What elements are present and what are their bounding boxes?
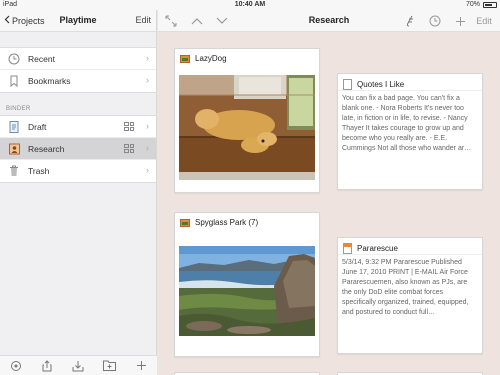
draft-document-icon (8, 120, 20, 133)
card-title: Quotes I Like (343, 79, 404, 90)
trash-icon (8, 165, 20, 177)
sidebar-item-label: Research (28, 143, 65, 154)
card-title-text: Pararescue (357, 244, 398, 253)
card-synopsis: 5/3/14, 9:32 PM Pararescue Published Jun… (342, 259, 469, 316)
sidebar-header: Projects Playtime Edit (0, 10, 156, 32)
add-icon[interactable] (453, 14, 467, 28)
sidebar-item-research[interactable]: Research › (0, 138, 156, 160)
index-card-quotes[interactable]: Quotes I Like You can fix a bad page. Yo… (337, 73, 483, 190)
clock-icon (8, 53, 20, 65)
research-folder-icon (8, 143, 20, 155)
binder-sidebar: Projects Playtime Edit Recent › Bookmark… (0, 10, 157, 375)
corkboard-icon[interactable] (124, 144, 134, 153)
status-bar: iPad 10:40 AM 70% (0, 0, 500, 10)
chevron-right-icon: › (146, 121, 149, 131)
import-icon[interactable] (71, 359, 85, 373)
image-icon (180, 218, 190, 227)
main-toolbar: Research Edit (158, 10, 500, 32)
settings-icon[interactable] (9, 359, 23, 373)
chevron-right-icon: › (146, 165, 149, 175)
index-card-pararescue[interactable]: Pararescue 5/3/14, 9:32 PM Pararescue Pu… (337, 237, 483, 354)
card-title-text: Quotes I Like (357, 80, 405, 89)
sidebar-edit-button[interactable]: Edit (135, 15, 151, 25)
text-document-icon (343, 79, 352, 90)
share-icon[interactable] (40, 359, 54, 373)
document-title: Research (308, 15, 350, 25)
compose-icon[interactable] (403, 14, 417, 28)
card-title-text: LazyDog (195, 54, 227, 63)
clock-icon[interactable] (428, 14, 442, 28)
corkboard-view: Research Edit LazyDog Quotes I Like You … (158, 10, 500, 375)
corkboard-icon[interactable] (124, 122, 134, 131)
sidebar-item-bookmarks[interactable]: Bookmarks › (0, 70, 156, 92)
clock: 10:40 AM (234, 1, 266, 8)
edit-button[interactable]: Edit (474, 14, 494, 28)
chevron-right-icon: › (146, 75, 149, 85)
image-icon (180, 54, 190, 63)
bookmark-icon (8, 75, 20, 87)
sidebar-item-label: Trash (28, 166, 50, 176)
binder-group: Draft › Research › Trash › (0, 115, 156, 183)
add-folder-icon[interactable] (103, 359, 117, 373)
battery-icon (483, 1, 497, 8)
project-title: Playtime (59, 15, 97, 25)
card-title: Spyglass Park (7) (180, 218, 258, 227)
card-title: Pararescue (343, 243, 398, 254)
edit-label: Edit (476, 16, 492, 26)
web-document-icon (343, 243, 352, 254)
binder-section-label: BINDER (6, 106, 31, 112)
index-card-lazydog[interactable]: LazyDog (174, 48, 320, 193)
card-title: LazyDog (180, 54, 227, 63)
shortcuts-group: Recent › Bookmarks › (0, 47, 156, 93)
sidebar-item-label: Bookmarks (28, 76, 71, 86)
coast-photo (179, 246, 315, 336)
sidebar-item-draft[interactable]: Draft › (0, 116, 156, 138)
sidebar-item-recent[interactable]: Recent › (0, 48, 156, 70)
index-card-spyglass-park[interactable]: Spyglass Park (7) (174, 212, 320, 357)
dog-photo (179, 75, 315, 180)
battery-percent: 70% (465, 1, 480, 8)
battery-indicator: 70% (466, 1, 497, 8)
chevron-right-icon: › (146, 143, 149, 153)
card-title-text: Spyglass Park (7) (195, 218, 259, 227)
sidebar-footer-toolbar (0, 355, 157, 375)
sidebar-item-label: Recent (28, 53, 55, 64)
sidebar-item-trash[interactable]: Trash › (0, 160, 156, 182)
chevron-right-icon: › (146, 53, 149, 63)
add-icon[interactable] (134, 359, 148, 373)
sidebar-item-label: Draft (28, 121, 47, 132)
card-synopsis: You can fix a bad page. You can't fix a … (342, 95, 472, 152)
